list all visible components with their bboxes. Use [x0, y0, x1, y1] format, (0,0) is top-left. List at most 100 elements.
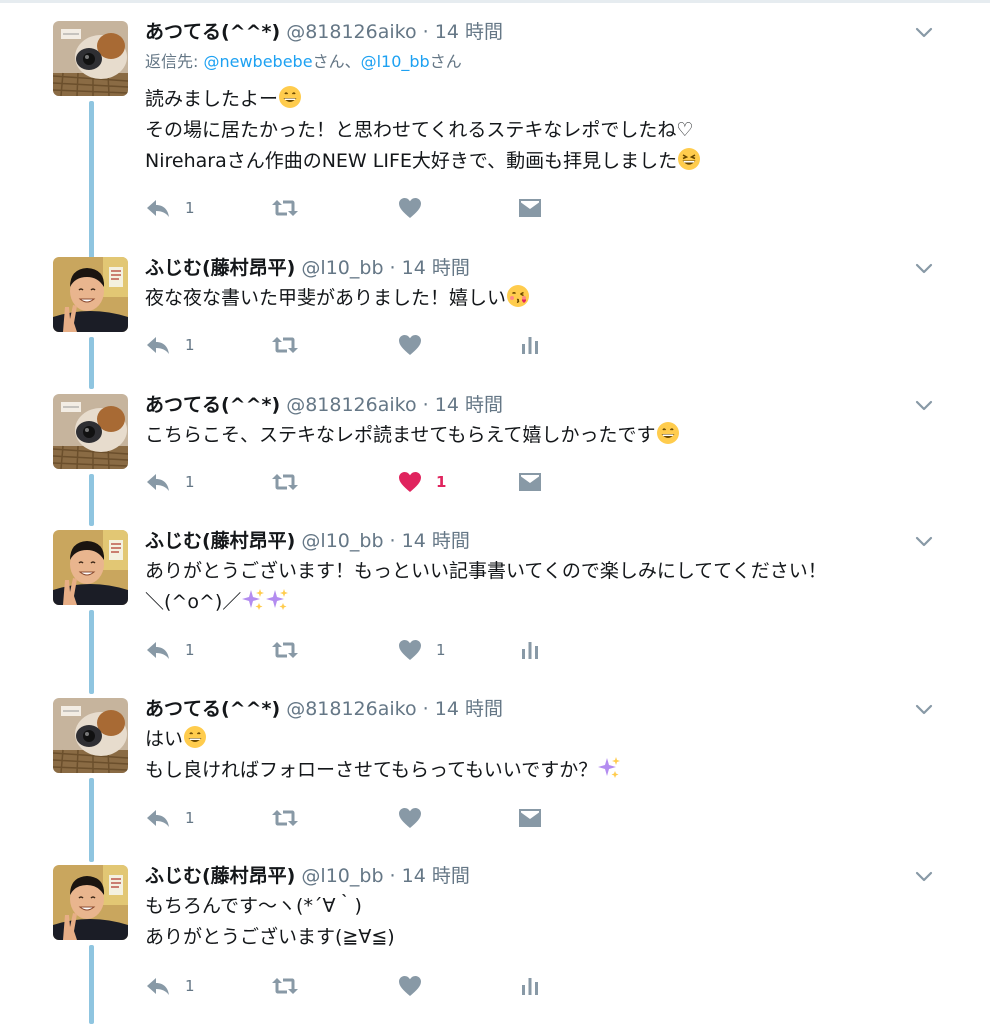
- reply-icon: [145, 471, 171, 493]
- retweet-button[interactable]: [271, 332, 299, 358]
- retweet-icon: [271, 640, 299, 660]
- reply-button[interactable]: 1: [145, 469, 195, 495]
- tweet-actions: 1: [145, 332, 565, 358]
- thread-line: [89, 778, 94, 862]
- user-handle[interactable]: @818126aiko: [286, 394, 416, 416]
- reply-button[interactable]: 1: [145, 637, 195, 663]
- display-name[interactable]: あつてる(^^*): [145, 394, 280, 416]
- user-handle[interactable]: @818126aiko: [286, 698, 416, 720]
- sparkles-emoji: [241, 588, 265, 612]
- analytics-icon: [520, 976, 540, 996]
- tweet-timestamp[interactable]: 14 時間: [402, 257, 470, 279]
- analytics-button[interactable]: [520, 332, 540, 358]
- tweet-actions: 1: [145, 973, 565, 999]
- like-button-active[interactable]: 1: [398, 469, 446, 495]
- chevron-down-icon[interactable]: [914, 22, 934, 42]
- dm-icon: [518, 808, 542, 828]
- avatar[interactable]: [53, 257, 128, 332]
- tweet-timestamp[interactable]: 14 時間: [402, 530, 470, 552]
- display-name[interactable]: ふじむ(藤村昂平): [145, 257, 295, 279]
- tweet-text: 読みましたよー その場に居たかった！と思わせてくれるステキなレポでしたね♡ Ni…: [145, 84, 701, 177]
- analytics-icon: [520, 335, 540, 355]
- tweet-header: あつてる(^^*) @818126aiko · 14 時間: [145, 698, 503, 720]
- chevron-down-icon[interactable]: [914, 699, 934, 719]
- tweet-actions: 1: [145, 195, 565, 221]
- chevron-down-icon[interactable]: [914, 866, 934, 886]
- avatar[interactable]: [53, 698, 128, 773]
- retweet-icon: [271, 472, 299, 492]
- tweet-actions: 1 1: [145, 637, 565, 663]
- like-button[interactable]: [398, 805, 422, 831]
- tweet-header: ふじむ(藤村昂平) @l10_bb · 14 時間: [145, 865, 470, 887]
- avatar[interactable]: [53, 865, 128, 940]
- mention-link[interactable]: @newbebebe: [203, 52, 312, 71]
- retweet-button[interactable]: [271, 637, 299, 663]
- dm-icon: [518, 472, 542, 492]
- reply-button[interactable]: 1: [145, 195, 195, 221]
- display-name[interactable]: あつてる(^^*): [145, 698, 280, 720]
- chevron-down-icon[interactable]: [914, 395, 934, 415]
- like-button[interactable]: 1: [398, 637, 446, 663]
- tweet-text: はい もし良ければフォローさせてもらってもいいですか？: [145, 724, 621, 786]
- retweet-button[interactable]: [271, 469, 299, 495]
- tweet-timestamp[interactable]: 14 時間: [402, 865, 470, 887]
- retweet-icon: [271, 976, 299, 996]
- user-handle[interactable]: @l10_bb: [301, 865, 383, 887]
- thread-line: [89, 101, 94, 268]
- tweet-actions: 1: [145, 805, 565, 831]
- heart-icon: [398, 197, 422, 219]
- analytics-icon: [520, 640, 540, 660]
- tweet-timestamp[interactable]: 14 時間: [435, 394, 503, 416]
- heart-icon: [398, 334, 422, 356]
- thread-line: [89, 945, 94, 1024]
- kissing-emoji: [506, 284, 530, 308]
- sparkles-emoji: [597, 756, 621, 780]
- retweet-icon: [271, 335, 299, 355]
- grinning-emoji: [278, 85, 302, 109]
- dm-button[interactable]: [518, 805, 542, 831]
- retweet-button[interactable]: [271, 195, 299, 221]
- user-handle[interactable]: @818126aiko: [286, 21, 416, 43]
- reply-icon: [145, 807, 171, 829]
- reply-button[interactable]: 1: [145, 805, 195, 831]
- mention-link[interactable]: @l10_bb: [361, 52, 430, 71]
- like-button[interactable]: [398, 973, 422, 999]
- dm-button[interactable]: [518, 469, 542, 495]
- tweet-timestamp[interactable]: 14 時間: [435, 698, 503, 720]
- analytics-button[interactable]: [520, 973, 540, 999]
- display-name[interactable]: ふじむ(藤村昂平): [145, 530, 295, 552]
- reply-icon: [145, 197, 171, 219]
- tweet-text: 夜な夜な書いた甲斐がありました！嬉しい: [145, 283, 530, 314]
- retweet-button[interactable]: [271, 805, 299, 831]
- tweet-text: こちらこそ、ステキなレポ読ませてもらえて嬉しかったです: [145, 420, 680, 451]
- like-button[interactable]: [398, 332, 422, 358]
- tweet-timestamp[interactable]: 14 時間: [435, 21, 503, 43]
- sparkles-emoji: [265, 588, 289, 612]
- display-name[interactable]: あつてる(^^*): [145, 21, 280, 43]
- tweet-actions: 1 1: [145, 469, 565, 495]
- avatar[interactable]: [53, 530, 128, 605]
- display-name[interactable]: ふじむ(藤村昂平): [145, 865, 295, 887]
- retweet-button[interactable]: [271, 973, 299, 999]
- heart-icon: [398, 975, 422, 997]
- thread-line: [89, 610, 94, 694]
- user-handle[interactable]: @l10_bb: [301, 257, 383, 279]
- user-handle[interactable]: @l10_bb: [301, 530, 383, 552]
- dm-button[interactable]: [518, 195, 542, 221]
- tweet-header: ふじむ(藤村昂平) @l10_bb · 14 時間: [145, 257, 470, 279]
- reply-button[interactable]: 1: [145, 332, 195, 358]
- analytics-button[interactable]: [520, 637, 540, 663]
- chevron-down-icon[interactable]: [914, 258, 934, 278]
- tweet-header: ふじむ(藤村昂平) @l10_bb · 14 時間: [145, 530, 470, 552]
- reply-icon: [145, 334, 171, 356]
- reply-button[interactable]: 1: [145, 973, 195, 999]
- avatar[interactable]: [53, 394, 128, 469]
- thread-line: [89, 474, 94, 526]
- tweet-header: あつてる(^^*) @818126aiko · 14 時間: [145, 21, 503, 43]
- retweet-icon: [271, 198, 299, 218]
- dm-icon: [518, 198, 542, 218]
- avatar[interactable]: [53, 21, 128, 96]
- thread-line: [89, 337, 94, 389]
- like-button[interactable]: [398, 195, 422, 221]
- chevron-down-icon[interactable]: [914, 531, 934, 551]
